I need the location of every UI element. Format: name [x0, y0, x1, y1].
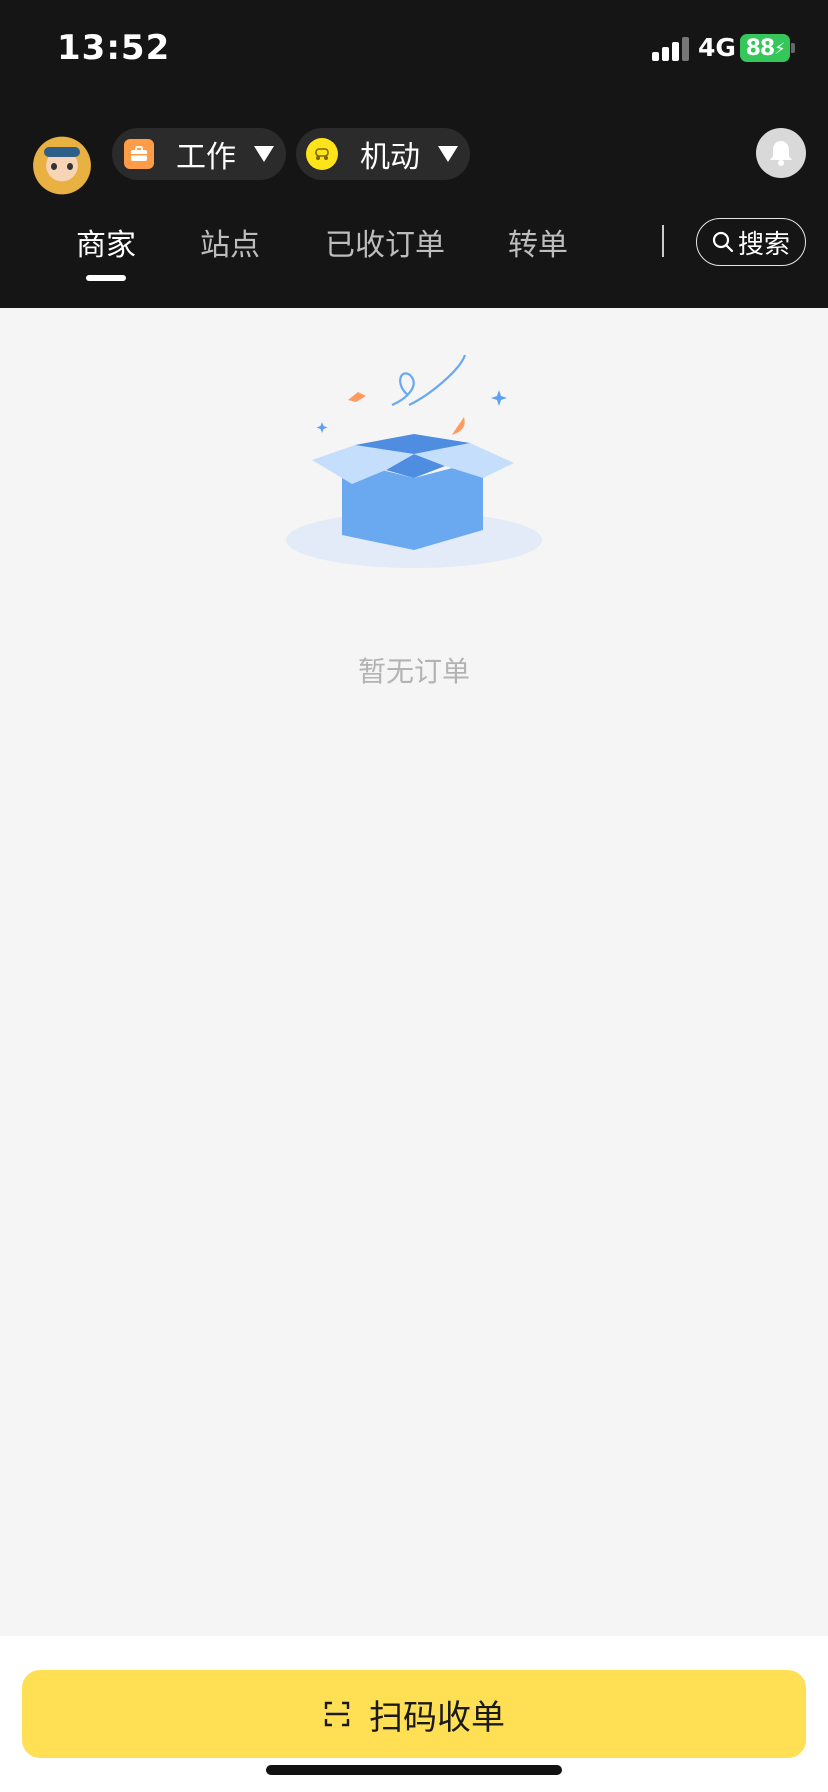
battery-nub [791, 43, 795, 53]
chevron-down-icon [254, 146, 274, 162]
tab-station[interactable]: 站点 [200, 220, 260, 264]
avatar-eye [67, 163, 73, 170]
tab-merchant[interactable]: 商家 [76, 220, 136, 264]
tab-received-orders[interactable]: 已收订单 [325, 220, 445, 264]
search-label: 搜索 [737, 229, 790, 260]
tab-divider [662, 225, 664, 257]
tab-transfer[interactable]: 转单 [508, 220, 568, 264]
avatar[interactable] [27, 127, 97, 197]
app-header: 13:52 4G 88 ⚡ 工作 机动 商家 站点 已收订单 转单 搜索 [0, 0, 828, 308]
avatar-visor [44, 147, 80, 157]
search-icon [712, 231, 734, 253]
work-status-label: 工作 [176, 140, 236, 175]
status-time: 13:52 [57, 28, 171, 68]
transport-mode-label: 机动 [360, 140, 420, 175]
battery-icon: 88 ⚡ [740, 34, 790, 62]
avatar-eye [51, 163, 57, 170]
briefcase-icon [124, 139, 154, 169]
search-button[interactable]: 搜索 [696, 218, 806, 266]
signal-icon [652, 37, 692, 61]
scooter-icon [306, 138, 338, 170]
work-status-selector[interactable]: 工作 [112, 128, 286, 180]
chevron-down-icon [438, 146, 458, 162]
network-type: 4G [698, 33, 736, 62]
scan-receive-label: 扫码收单 [369, 1697, 505, 1738]
scan-receive-button[interactable]: 扫码收单 [22, 1670, 806, 1758]
battery-level: 88 [745, 35, 776, 61]
open-box-icon [286, 354, 542, 568]
home-indicator [266, 1765, 562, 1775]
notification-button[interactable] [756, 128, 806, 178]
empty-state-text: 暂无订单 [357, 655, 470, 688]
active-tab-indicator [86, 275, 126, 281]
transport-mode-selector[interactable]: 机动 [296, 128, 470, 180]
bell-icon [770, 141, 792, 166]
scan-icon [324, 1701, 350, 1727]
